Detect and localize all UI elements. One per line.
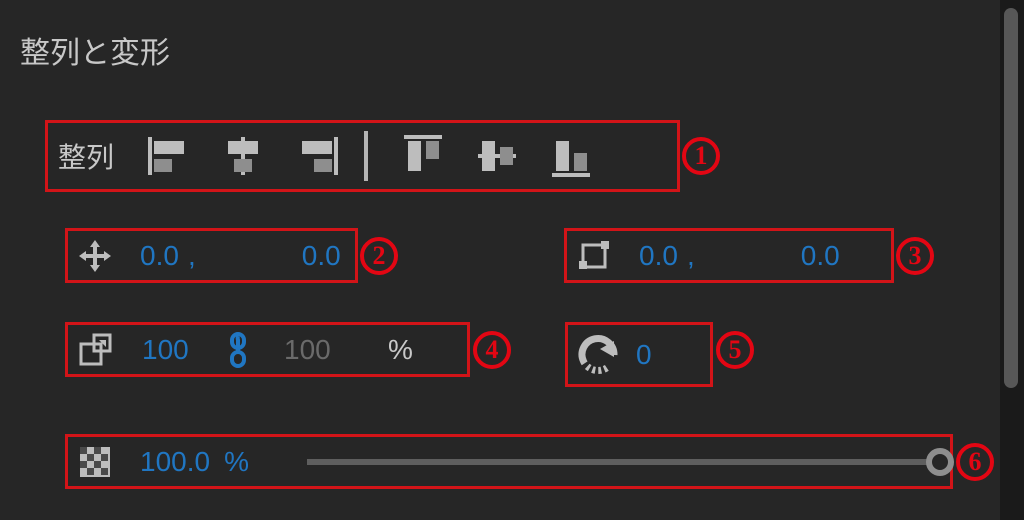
scale-unit: % [388,334,413,366]
align-left-icon [146,133,192,179]
scale-group: 100 100 % [65,322,470,377]
align-center-h-icon [220,133,266,179]
anchor-y-input[interactable]: 0.0 [801,240,855,272]
align-right-button[interactable] [294,133,340,179]
opacity-icon [78,445,112,479]
scale-y-input[interactable]: 100 [284,334,338,366]
align-group: 整列 [45,120,680,192]
position-y-input[interactable]: 0.0 [302,240,356,272]
callout-4: 4 [473,331,511,369]
move-icon [78,239,112,273]
align-left-button[interactable] [146,133,192,179]
opacity-slider[interactable] [307,459,940,465]
align-label: 整列 [58,136,114,176]
align-top-icon [400,133,446,179]
callout-1: 1 [682,137,720,175]
callout-6: 6 [956,443,994,481]
callout-5: 5 [716,331,754,369]
comma: , [188,240,196,272]
anchor-icon [577,239,611,273]
rotation-icon [574,331,622,379]
align-bottom-button[interactable] [548,133,594,179]
comma: , [687,240,695,272]
rotation-group: 0 [565,322,713,387]
right-gutter [1000,0,1024,520]
opacity-input[interactable]: 100.0 [140,446,210,478]
scrollbar[interactable] [1004,8,1018,388]
position-group: 0.0 , 0.0 [65,228,358,283]
position-x-input[interactable]: 0.0 [140,240,194,272]
rotation-input[interactable]: 0 [636,339,690,371]
align-buttons [146,131,594,181]
align-middle-v-button[interactable] [474,133,520,179]
align-bottom-icon [548,133,594,179]
align-separator [364,131,368,181]
align-transform-panel: 整列と変形 整列 [0,0,1020,520]
opacity-group: 100.0 % [65,434,953,489]
link-icon [226,332,250,368]
opacity-unit: % [224,446,249,478]
callout-2: 2 [360,237,398,275]
opacity-slider-thumb[interactable] [926,448,954,476]
align-middle-v-icon [474,133,520,179]
scale-icon [78,332,114,368]
scale-x-input[interactable]: 100 [142,334,196,366]
panel-title: 整列と変形 [20,0,1020,72]
scale-link-toggle[interactable] [226,332,250,368]
align-top-button[interactable] [400,133,446,179]
callout-3: 3 [896,237,934,275]
anchor-x-input[interactable]: 0.0 [639,240,693,272]
align-right-icon [294,133,340,179]
anchor-group: 0.0 , 0.0 [564,228,894,283]
align-center-h-button[interactable] [220,133,266,179]
